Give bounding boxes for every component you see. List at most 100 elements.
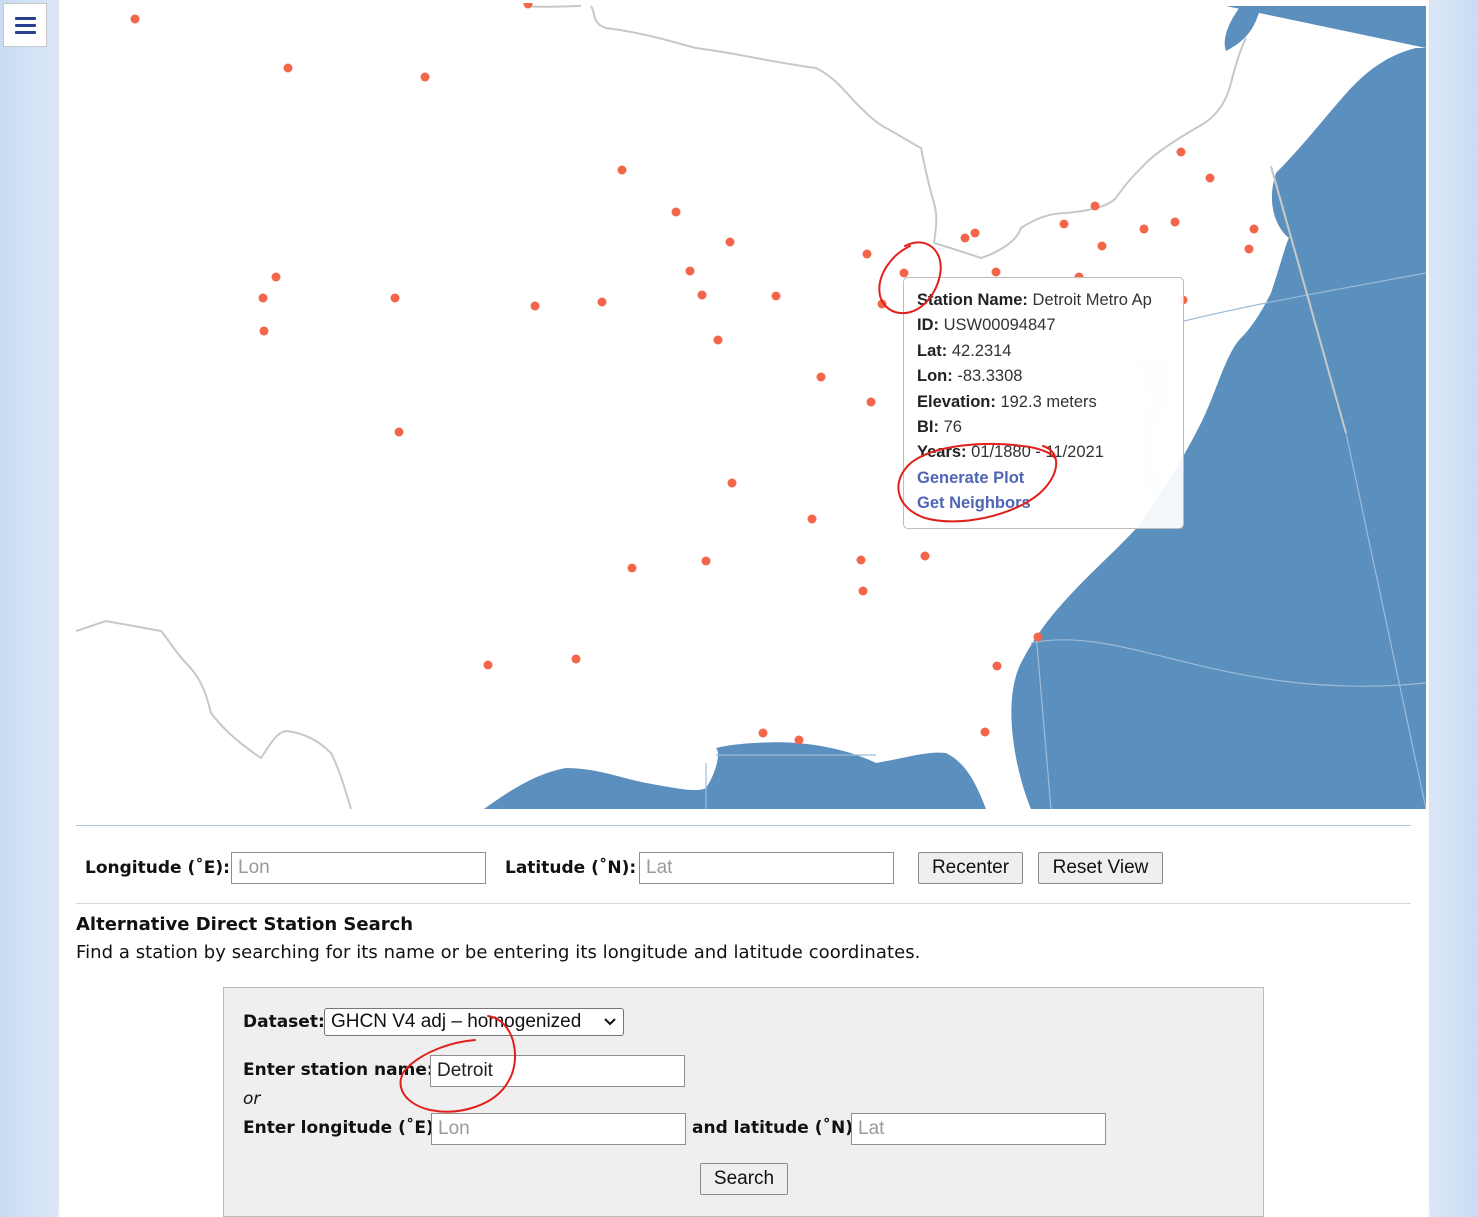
station-marker [420, 72, 430, 82]
station-bi-label: BI: [917, 418, 939, 437]
station-marker [685, 266, 695, 276]
station-marker [727, 478, 737, 488]
station-marker [671, 207, 681, 217]
station-marker [1170, 217, 1180, 227]
menu-button[interactable] [3, 3, 47, 47]
divider [76, 903, 1411, 904]
dataset-select[interactable]: GHCN V4 adj – homogenized [324, 1008, 624, 1036]
popup-lon-row: Lon: -83.3308 [917, 364, 1177, 389]
search-latitude-label: and latitude (˚N) [692, 1118, 854, 1138]
station-marker [771, 291, 781, 301]
station-name-label: Enter station name: [243, 1060, 434, 1080]
station-marker [1059, 219, 1069, 229]
get-neighbors-link[interactable]: Get Neighbors [917, 494, 1031, 512]
station-name-label: Station Name: [917, 291, 1028, 309]
hamburger-menu-icon-bar [14, 16, 36, 20]
popup-lat-row: Lat: 42.2314 [917, 339, 1177, 364]
station-id-label: ID: [917, 316, 939, 335]
station-marker [920, 551, 930, 561]
station-marker [794, 735, 804, 745]
popup-station-name-row: Station Name: Detroit Metro Ap [917, 288, 1177, 313]
station-marker [758, 728, 768, 738]
station-marker [530, 301, 540, 311]
station-lat-label: Lat: [917, 341, 948, 360]
popup-id-row: ID: USW00094847 [917, 313, 1177, 338]
search-longitude-input[interactable] [431, 1113, 686, 1145]
station-marker [1097, 241, 1107, 251]
station-marker [1205, 173, 1215, 183]
station-marker [980, 727, 990, 737]
station-years-label: Years: [917, 443, 967, 462]
station-elevation-label: Elevation: [917, 392, 996, 411]
station-marker [627, 563, 637, 573]
station-marker [960, 233, 970, 243]
search-button[interactable]: Search [700, 1163, 788, 1195]
recenter-button[interactable]: Recenter [918, 852, 1023, 884]
map-canvas[interactable] [76, 3, 1426, 809]
station-marker [1090, 201, 1100, 211]
longitude-label: Longitude (˚E): [85, 858, 230, 878]
station-name-input[interactable] [430, 1055, 685, 1087]
search-longitude-label: Enter longitude (˚E) [243, 1118, 434, 1138]
station-marker [283, 63, 293, 73]
station-bi-value: 76 [943, 418, 962, 437]
station-marker [258, 293, 268, 303]
longitude-input[interactable] [231, 852, 486, 884]
station-marker [856, 555, 866, 565]
generate-plot-link[interactable]: Generate Plot [917, 469, 1024, 487]
latitude-label: Latitude (˚N): [505, 858, 637, 878]
station-elevation-value: 192.3 meters [1000, 392, 1097, 411]
divider [76, 825, 1411, 826]
station-info-popup: Station Name: Detroit Metro Ap ID: USW00… [903, 277, 1184, 529]
popup-elevation-row: Elevation: 192.3 meters [917, 390, 1177, 415]
station-marker [130, 14, 140, 24]
station-marker [1249, 224, 1259, 234]
station-marker [816, 372, 826, 382]
station-marker [1033, 632, 1043, 642]
station-marker [713, 335, 723, 345]
station-marker [1244, 244, 1254, 254]
station-marker [597, 297, 607, 307]
latitude-input[interactable] [639, 852, 894, 884]
station-marker [390, 293, 400, 303]
station-marker [571, 654, 581, 664]
alt-search-description: Find a station by searching for its name… [76, 942, 921, 963]
station-marker [1176, 147, 1186, 157]
station-marker [697, 290, 707, 300]
station-id-value: USW00094847 [943, 316, 1056, 335]
station-marker [523, 3, 533, 9]
dataset-label: Dataset: [243, 1012, 325, 1032]
station-marker [866, 397, 876, 407]
station-marker [970, 228, 980, 238]
or-text: or [243, 1089, 261, 1109]
dataset-select-value: GHCN V4 adj – homogenized [331, 1011, 582, 1032]
station-map[interactable] [76, 3, 1426, 809]
popup-years-row: Years: 01/1880 - 11/2021 [917, 440, 1177, 465]
station-marker [991, 267, 1001, 277]
station-lat-value: 42.2314 [951, 341, 1012, 360]
station-marker [877, 299, 887, 309]
station-lon-value: -83.3308 [957, 367, 1023, 386]
station-marker [271, 272, 281, 282]
gulf-of-mexico [484, 742, 986, 809]
hamburger-menu-icon-bar [14, 30, 36, 34]
station-marker [725, 237, 735, 247]
station-marker [862, 249, 872, 259]
station-marker [858, 586, 868, 596]
station-marker [992, 661, 1002, 671]
station-years-value: 01/1880 - 11/2021 [971, 443, 1104, 462]
hamburger-menu-icon-bar [14, 23, 36, 27]
search-latitude-input[interactable] [851, 1113, 1106, 1145]
station-marker [617, 165, 627, 175]
station-marker [394, 427, 404, 437]
reset-view-button[interactable]: Reset View [1038, 852, 1163, 884]
station-marker [1139, 224, 1149, 234]
station-lon-label: Lon: [917, 367, 953, 386]
chevron-down-icon [604, 1018, 616, 1026]
station-marker [701, 556, 711, 566]
station-marker [807, 514, 817, 524]
station-marker [259, 326, 269, 336]
popup-bi-row: BI: 76 [917, 415, 1177, 440]
alt-search-title: Alternative Direct Station Search [76, 914, 414, 935]
station-marker [483, 660, 493, 670]
